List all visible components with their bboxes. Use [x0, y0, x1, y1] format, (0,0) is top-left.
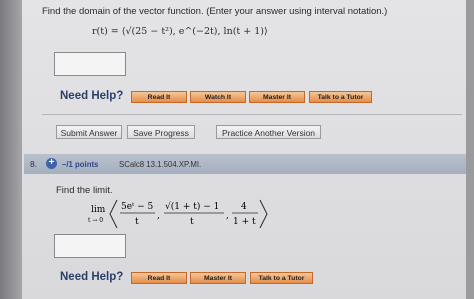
question-7-need-help-label: Need Help? [60, 90, 124, 102]
q8-read-it-button[interactable]: Read It [131, 272, 187, 284]
question-7: Find the domain of the vector function. … [42, 6, 462, 17]
term3-numerator: 4 [241, 202, 247, 212]
question-7-prompt: Find the domain of the vector function. … [42, 6, 388, 17]
comma-2: , [226, 211, 229, 221]
vector-function-formula: r(t) = ⟨√(25 − t²), e^(−2t), ln(t + 1)⟩ [92, 26, 268, 37]
q8-talk-to-tutor-button[interactable]: Talk to a Tutor [250, 272, 313, 284]
left-angle-bracket [109, 199, 118, 229]
vector-function-text: r(t) = ⟨√(25 − t²), e^(−2t), ln(t + 1)⟩ [92, 26, 268, 37]
term2-denominator: t [190, 217, 194, 227]
window-frame-left [0, 0, 22, 299]
read-it-button[interactable]: Read It [131, 91, 187, 103]
comma-1: , [157, 211, 160, 221]
page: Find the domain of the vector function. … [0, 0, 474, 299]
watch-it-button[interactable]: Watch It [190, 91, 246, 103]
question-number: 8. [30, 159, 38, 169]
term1-denominator: t [135, 217, 139, 227]
term1-numerator: 5eᵗ − 5 [121, 202, 154, 212]
lim-word: lim [91, 205, 106, 215]
lim-subscript: t → 0 [88, 217, 103, 224]
question-source: SCalc8 13.1.504.XP.MI. [119, 160, 202, 169]
question-8-header: 8. + –/1 points SCalc8 13.1.504.XP.MI. [24, 154, 466, 174]
points-label: –/1 points [62, 160, 99, 169]
limit-formula: lim t → 0 5eᵗ − 5 t , √(1 + t) − 1 t , 4… [88, 199, 268, 229]
right-angle-bracket [259, 199, 268, 229]
question-7-answer-input[interactable] [54, 52, 126, 76]
save-progress-button[interactable]: Save Progress [127, 125, 195, 139]
question-8-need-help-label: Need Help? [60, 271, 124, 283]
talk-to-tutor-button[interactable]: Talk to a Tutor [309, 91, 372, 103]
master-it-button[interactable]: Master It [249, 91, 305, 103]
section-divider [42, 114, 462, 115]
question-8-answer-input[interactable] [54, 234, 126, 258]
term2-numerator: √(1 + t) − 1 [165, 201, 219, 212]
window-frame-right [466, 0, 474, 299]
q8-master-it-button[interactable]: Master It [190, 272, 246, 284]
term3-denominator: 1 + t [233, 217, 256, 227]
practice-another-version-button[interactable]: Practice Another Version [216, 125, 321, 139]
plus-circle-icon[interactable]: + [46, 158, 57, 169]
question-8-prompt: Find the limit. [56, 185, 113, 196]
submit-answer-button[interactable]: Submit Answer [56, 125, 122, 139]
